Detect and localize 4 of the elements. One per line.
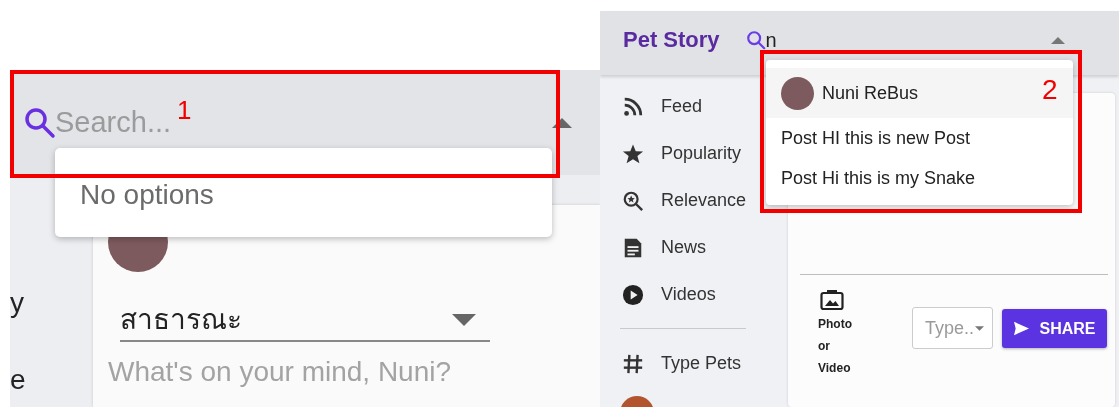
empty-message: No options	[80, 177, 214, 211]
annotation-number: 1	[177, 97, 192, 123]
annotation-number: 2	[1042, 76, 1058, 104]
app-title: Pet Story	[623, 27, 720, 53]
